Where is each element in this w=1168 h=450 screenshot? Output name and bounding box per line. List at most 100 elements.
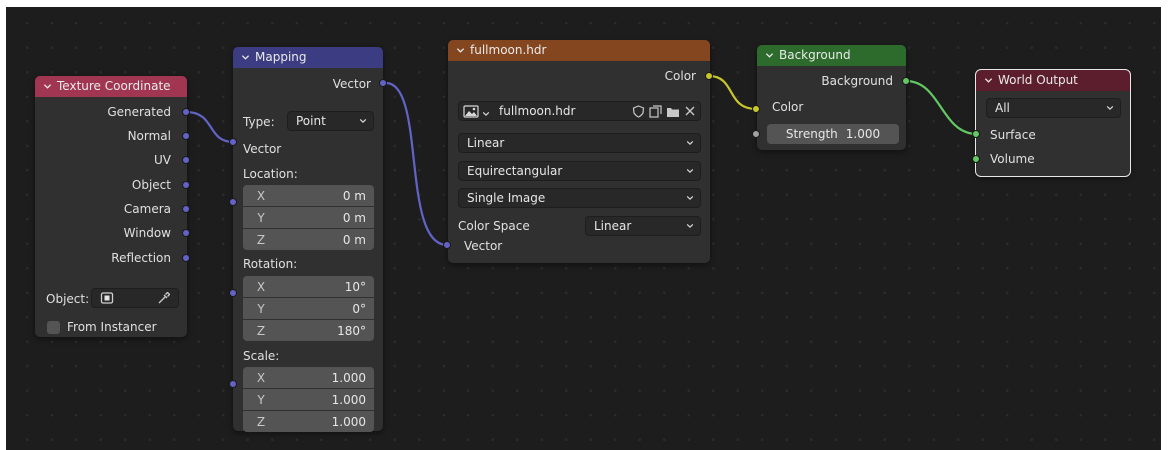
input-surface-label: Surface <box>990 128 1036 142</box>
folder-icon[interactable] <box>666 105 680 118</box>
interpolation-dropdown[interactable]: Linear <box>458 133 701 153</box>
rotation-y-field[interactable]: Y 0° <box>243 298 374 319</box>
eyedropper-icon[interactable] <box>157 291 171 305</box>
object-field[interactable] <box>91 288 179 308</box>
socket-uv[interactable] <box>182 156 190 164</box>
input-vector-label: Vector <box>464 239 503 253</box>
image-texture-node[interactable]: fullmoon.hdr Color fullmoon.hdr Linear E… <box>448 40 710 263</box>
strength-value: 1.000 <box>845 127 881 141</box>
link-generated-to-vector <box>184 110 236 144</box>
location-y-value: 0 m <box>342 210 366 225</box>
object-label: Object: <box>46 292 90 306</box>
node-header[interactable]: World Output <box>976 70 1130 91</box>
image-name[interactable]: fullmoon.hdr <box>499 104 575 118</box>
link-image-color-to-background-color <box>707 74 758 111</box>
node-header[interactable]: Texture Coordinate <box>35 76 187 97</box>
output-normal: Normal <box>127 129 171 143</box>
socket-background-color-in[interactable] <box>752 105 760 113</box>
projection-dropdown[interactable]: Equirectangular <box>458 161 701 181</box>
output-window: Window <box>123 226 171 240</box>
object-icon <box>100 292 114 304</box>
socket-surface-in[interactable] <box>972 130 980 138</box>
socket-mapping-vector-out[interactable] <box>379 79 387 87</box>
scale-z-value: 1.000 <box>331 414 366 429</box>
strength-field[interactable]: Strength 1.000 <box>767 124 899 144</box>
location-label: Location: <box>243 167 298 181</box>
chevron-down-icon[interactable] <box>43 82 52 91</box>
rotation-z-field[interactable]: Z 180° <box>243 320 374 341</box>
type-label: Type: <box>243 115 275 129</box>
socket-image-color-out[interactable] <box>705 72 713 80</box>
background-node[interactable]: Background Background Color Strength 1.0… <box>757 45 906 150</box>
target-dropdown[interactable]: All <box>986 98 1121 118</box>
interpolation-value: Linear <box>467 136 505 150</box>
location-z-value: 0 m <box>342 232 366 247</box>
scale-y-field[interactable]: Y 1.000 <box>243 389 374 410</box>
chevron-down-icon[interactable] <box>984 76 993 85</box>
texture-coordinate-node[interactable]: Texture Coordinate Generated Normal UV O… <box>35 76 187 337</box>
socket-scale[interactable] <box>229 380 237 388</box>
node-title: fullmoon.hdr <box>470 43 547 57</box>
socket-location[interactable] <box>229 198 237 206</box>
axis-label: X <box>256 370 266 385</box>
socket-rotation[interactable] <box>229 289 237 297</box>
rotation-x-field[interactable]: X 10° <box>243 276 374 297</box>
node-header[interactable]: Background <box>757 45 906 66</box>
image-icon[interactable] <box>463 104 479 118</box>
socket-background-out[interactable] <box>902 77 910 85</box>
scale-x-field[interactable]: X 1.000 <box>243 367 374 388</box>
shield-icon[interactable] <box>632 104 645 118</box>
chevron-down-icon <box>1106 104 1114 112</box>
source-value: Single Image <box>467 191 546 205</box>
strength-label: Strength <box>785 127 838 141</box>
duplicate-icon[interactable] <box>649 104 662 118</box>
source-dropdown[interactable]: Single Image <box>458 188 701 208</box>
chevron-down-icon[interactable] <box>456 46 465 55</box>
socket-camera[interactable] <box>182 205 190 213</box>
mapping-node[interactable]: Mapping Vector Type: Point Vector Locati… <box>233 47 383 432</box>
chevron-down-icon <box>686 194 694 202</box>
node-title: Mapping <box>255 50 307 64</box>
scale-label: Scale: <box>243 349 280 363</box>
socket-object[interactable] <box>182 181 190 189</box>
from-instancer-checkbox[interactable] <box>47 321 60 334</box>
world-output-node[interactable]: World Output All Surface Volume <box>975 69 1131 177</box>
location-x-value: 0 m <box>342 188 366 203</box>
socket-mapping-vector-in[interactable] <box>229 138 237 146</box>
color-space-dropdown[interactable]: Linear <box>585 216 701 236</box>
scale-z-field[interactable]: Z 1.000 <box>243 411 374 432</box>
socket-volume-in[interactable] <box>972 155 980 163</box>
socket-image-vector-in[interactable] <box>443 241 451 249</box>
socket-window[interactable] <box>182 229 190 237</box>
node-header[interactable]: Mapping <box>233 47 383 68</box>
axis-label: Y <box>257 301 265 316</box>
rotation-z-value: 180° <box>337 323 366 338</box>
image-selector[interactable]: fullmoon.hdr <box>458 101 701 121</box>
axis-label: Z <box>256 232 266 247</box>
socket-reflection[interactable] <box>182 254 190 262</box>
axis-label: Y <box>257 392 265 407</box>
socket-generated[interactable] <box>182 108 190 116</box>
location-z-field[interactable]: Z 0 m <box>243 229 374 250</box>
chevron-down-icon[interactable] <box>482 107 490 117</box>
close-icon[interactable] <box>684 105 696 117</box>
chevron-down-icon[interactable] <box>765 51 774 60</box>
node-editor-canvas[interactable]: Texture Coordinate Generated Normal UV O… <box>6 7 1161 450</box>
node-header[interactable]: fullmoon.hdr <box>448 40 710 61</box>
chevron-down-icon <box>686 139 694 147</box>
chevron-down-icon[interactable] <box>241 53 250 62</box>
node-title: Texture Coordinate <box>57 79 171 93</box>
type-dropdown[interactable]: Point <box>287 111 374 131</box>
rotation-label: Rotation: <box>243 257 298 271</box>
output-object: Object <box>131 178 171 192</box>
socket-strength-in[interactable] <box>752 130 760 138</box>
location-x-field[interactable]: X 0 m <box>243 185 374 206</box>
target-value: All <box>995 101 1010 115</box>
location-y-field[interactable]: Y 0 m <box>243 207 374 228</box>
input-volume-label: Volume <box>990 152 1035 166</box>
axis-label: X <box>256 279 266 294</box>
node-title: Background <box>779 48 851 62</box>
socket-normal[interactable] <box>182 132 190 140</box>
rotation-y-value: 0° <box>352 301 366 316</box>
output-reflection: Reflection <box>111 251 171 265</box>
